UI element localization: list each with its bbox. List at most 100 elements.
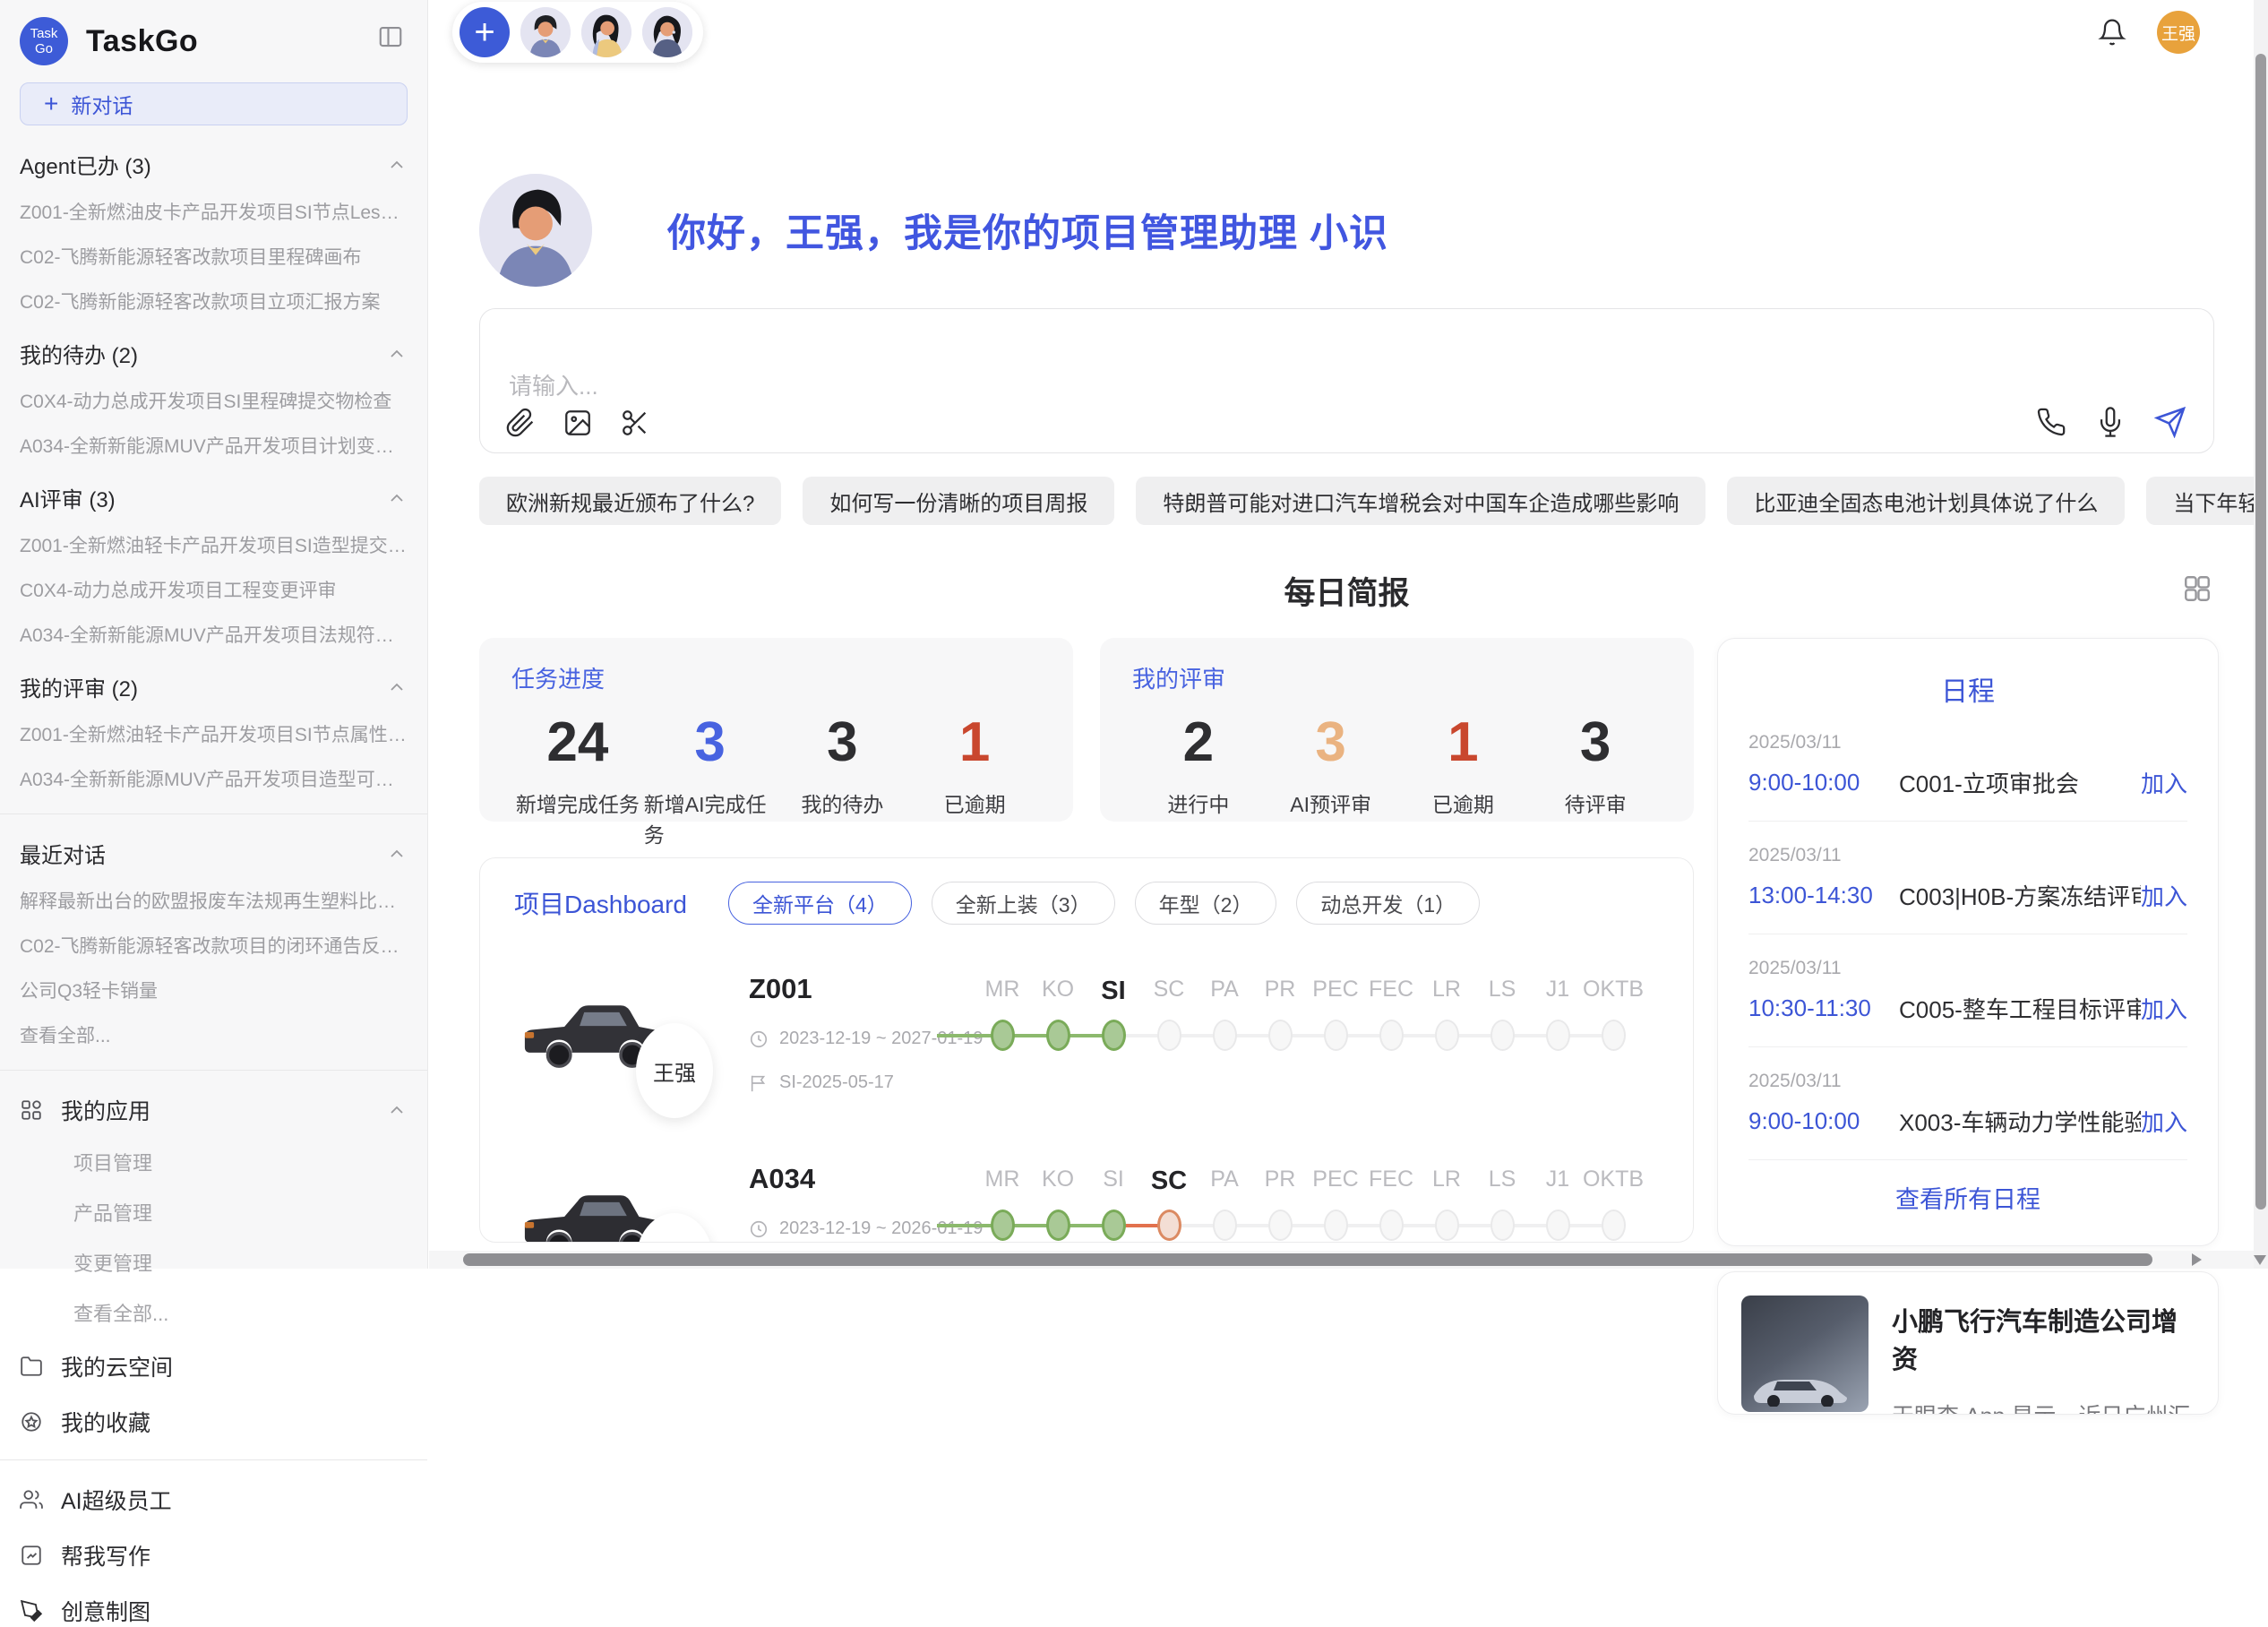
mic-icon[interactable] <box>2095 407 2126 437</box>
news-title: 小鹏飞行汽车制造公司增资 <box>1892 1301 2195 1376</box>
sidebar-item-ai-employee[interactable]: AI超级员工 <box>20 1484 408 1516</box>
sidebar-item-product-mgmt[interactable]: 产品管理 <box>73 1198 408 1227</box>
tab-powertrain[interactable]: 动总开发（1） <box>1296 882 1480 925</box>
section-my-todo[interactable]: 我的待办 (2) <box>20 338 408 369</box>
message-composer[interactable]: 请输入... <box>479 308 2214 453</box>
apps-view-all[interactable]: 查看全部... <box>73 1298 408 1327</box>
section-agent-done[interactable]: Agent已办 (3) <box>20 149 408 180</box>
new-chat-button[interactable]: + 新对话 <box>20 82 408 125</box>
layout-grid-icon[interactable] <box>2182 573 2212 604</box>
sidebar-task-item[interactable]: C0X4-动力总成开发项目工程变更评审 <box>20 576 408 603</box>
join-link[interactable]: 加入 <box>2141 1105 2187 1138</box>
attachment-icon[interactable] <box>505 408 536 438</box>
sidebar-task-item[interactable]: Z001-全新燃油轻卡产品开发项目SI节点属性5D文件评审 <box>20 720 408 747</box>
sidebar-task-item[interactable]: A034-全新新能源MUV产品开发项目计划变更表编写 <box>20 432 408 459</box>
chevron-up-icon[interactable] <box>386 1099 408 1121</box>
stat: 3新增AI完成任务 <box>644 710 777 848</box>
recent-chat-item[interactable]: 公司Q3轻卡销量 <box>20 977 408 1003</box>
suggestion-chip[interactable]: 比亚迪全固态电池计划具体说了什么 <box>1727 477 2125 525</box>
bell-icon[interactable] <box>2098 18 2126 47</box>
send-icon[interactable] <box>2154 406 2186 438</box>
assistant-avatar <box>479 174 592 287</box>
project-milestone: SI-2025-05-17 <box>749 1072 975 1093</box>
recent-chat-item[interactable]: C02-飞腾新能源轻客改款项目的闭环通告反馈情况 <box>20 932 408 959</box>
milestone-node <box>1602 1020 1626 1051</box>
suggestion-chips: 欧洲新规最近颁布了什么? 如何写一份清晰的项目周报 特朗普可能对进口汽车增税会对… <box>479 477 2214 525</box>
scroll-right-arrow[interactable] <box>2192 1253 2202 1266</box>
user-avatar[interactable]: 王强 <box>2157 11 2200 54</box>
sidebar-task-item[interactable]: Z001-全新燃油皮卡产品开发项目SI节点Lesson Learn报告 <box>20 198 408 225</box>
sidebar-task-item[interactable]: C0X4-动力总成开发项目SI里程碑提交物检查 <box>20 387 408 414</box>
horizontal-scrollbar-thumb[interactable] <box>463 1253 2152 1266</box>
phone-icon[interactable] <box>2036 407 2066 437</box>
suggestion-chip[interactable]: 当下年轻人对汽车外观有怎样的喜好趋势 <box>2146 477 2268 525</box>
chevron-up-icon[interactable] <box>386 843 408 865</box>
milestone-node <box>1102 1020 1126 1051</box>
view-all-schedule-link[interactable]: 查看所有日程 <box>1748 1160 2187 1227</box>
chevron-up-icon[interactable] <box>386 487 408 509</box>
horizontal-scrollbar[interactable] <box>429 1251 2254 1269</box>
milestone-node <box>1213 1209 1237 1241</box>
sidebar-item-change-mgmt[interactable]: 变更管理 <box>73 1248 408 1277</box>
greeting-text: 你好，王强，我是你的项目管理助理 小识 <box>667 202 1388 258</box>
avatar[interactable] <box>520 7 571 57</box>
composer-placeholder: 请输入... <box>509 368 598 401</box>
section-ai-review[interactable]: AI评审 (3) <box>20 482 408 513</box>
section-recent-chats[interactable]: 最近对话 <box>20 838 408 869</box>
sidebar-task-item[interactable]: C02-飞腾新能源轻客改款项目里程碑画布 <box>20 243 408 270</box>
clock-icon <box>749 1219 769 1239</box>
tab-new-body[interactable]: 全新上装（3） <box>932 882 1115 925</box>
milestone-node <box>1379 1209 1404 1241</box>
sidebar-item-cloud-space[interactable]: 我的云空间 <box>20 1350 408 1382</box>
stat: 1已逾期 <box>1397 710 1530 818</box>
scroll-down-arrow[interactable] <box>2254 1255 2266 1265</box>
project-row[interactable]: 王强 Z001 2023-12-19 ~ 2027-01-19 SI-2025-… <box>514 971 1659 1115</box>
milestone-node <box>1268 1020 1293 1051</box>
sidebar-item-creative-draw[interactable]: 创意制图 <box>20 1595 408 1627</box>
avatar[interactable] <box>581 7 631 57</box>
tab-new-platform[interactable]: 全新平台（4） <box>728 882 912 925</box>
recent-view-all[interactable]: 查看全部... <box>20 1021 408 1048</box>
suggestion-chip[interactable]: 特朗普可能对进口汽车增税会对中国车企造成哪些影响 <box>1136 477 1705 525</box>
tab-year-model[interactable]: 年型（2） <box>1135 882 1277 925</box>
join-link[interactable]: 加入 <box>2141 879 2187 912</box>
app-title: TaskGo <box>86 24 198 59</box>
project-row[interactable]: 王强 A034 2023-12-19 ~ 2026-01-19 SC-2025-… <box>514 1161 1659 1243</box>
chevron-up-icon[interactable] <box>386 343 408 365</box>
sidebar-collapse-icon[interactable] <box>377 23 404 50</box>
join-link[interactable]: 加入 <box>2141 992 2187 1025</box>
news-image <box>1741 1296 1869 1412</box>
stat: 2进行中 <box>1132 710 1265 818</box>
milestone-node <box>1046 1020 1070 1051</box>
sidebar-item-project-mgmt[interactable]: 项目管理 <box>73 1148 408 1176</box>
sidebar-item-favorites[interactable]: 我的收藏 <box>20 1406 408 1438</box>
my-review-card: 我的评审 2进行中 3AI预评审 1已逾期 3待评审 <box>1100 638 1694 822</box>
chevron-up-icon[interactable] <box>386 676 408 698</box>
sidebar-item-my-apps[interactable]: 我的应用 <box>20 1094 408 1126</box>
sidebar-task-item[interactable]: C02-飞腾新能源轻客改款项目立项汇报方案 <box>20 288 408 314</box>
add-member-button[interactable]: + <box>460 7 510 57</box>
section-my-review[interactable]: 我的评审 (2) <box>20 671 408 702</box>
app-logo: Task Go <box>20 17 68 65</box>
sidebar-task-item[interactable]: A034-全新新能源MUV产品开发项目法规符合性评审 <box>20 621 408 648</box>
scissors-icon[interactable] <box>620 408 650 438</box>
stat: 3待评审 <box>1529 710 1662 818</box>
chevron-up-icon[interactable] <box>386 154 408 176</box>
vertical-scrollbar-thumb[interactable] <box>2255 54 2266 1209</box>
milestone-node <box>991 1209 1015 1241</box>
image-icon[interactable] <box>563 408 593 438</box>
news-card[interactable]: 小鹏飞行汽车制造公司增资 天眼查 App 显示，近日广州汇天飞行汽... <box>1717 1271 2219 1415</box>
suggestion-chip[interactable]: 如何写一份清晰的项目周报 <box>803 477 1114 525</box>
avatar[interactable] <box>642 7 692 57</box>
vertical-scrollbar[interactable] <box>2254 0 2268 1269</box>
sidebar-task-item[interactable]: Z001-全新燃油轻卡产品开发项目SI造型提交物评审 <box>20 531 408 558</box>
recent-chat-item[interactable]: 解释最新出台的欧盟报废车法规再生塑料比例被调至15%... <box>20 887 408 914</box>
milestone-node <box>1324 1209 1348 1241</box>
sidebar-header: Task Go TaskGo <box>20 0 408 82</box>
project-name: A034 <box>749 1163 975 1195</box>
sidebar-task-item[interactable]: A034-全新新能源MUV产品开发项目造型可行性评审 <box>20 765 408 792</box>
join-link[interactable]: 加入 <box>2141 766 2187 799</box>
sidebar-item-help-write[interactable]: 帮我写作 <box>20 1539 408 1571</box>
suggestion-chip[interactable]: 欧洲新规最近颁布了什么? <box>479 477 781 525</box>
milestone-node <box>1102 1209 1126 1241</box>
